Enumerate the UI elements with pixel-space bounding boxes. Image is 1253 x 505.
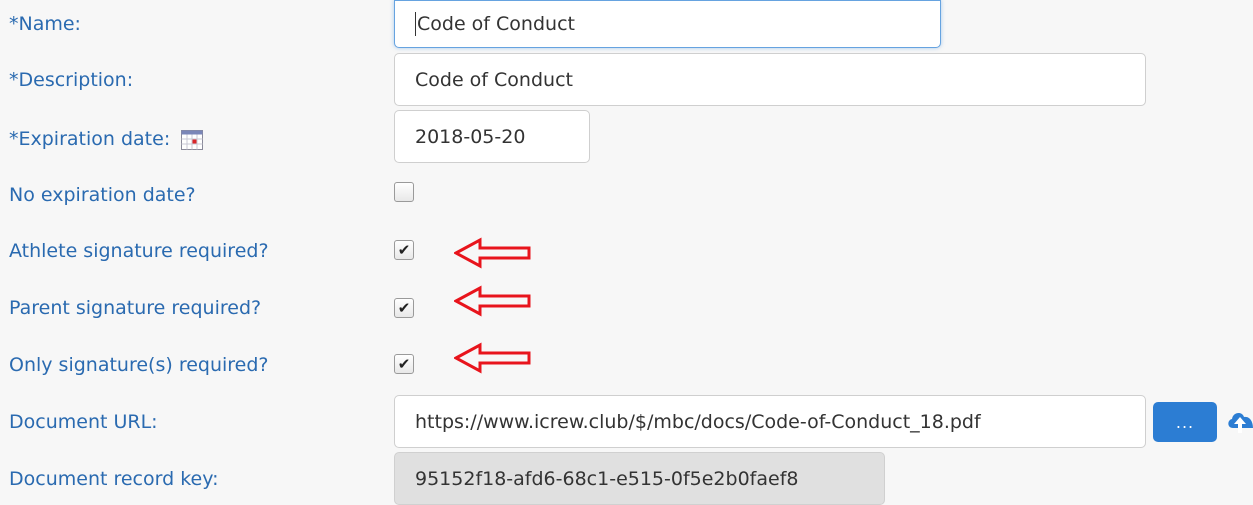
- name-input[interactable]: Code of Conduct: [394, 0, 941, 48]
- calendar-icon[interactable]: [181, 130, 203, 150]
- only-signature-checkbox[interactable]: ✔: [394, 354, 414, 374]
- document-record-key-input: 95152f18-afd6-68c1-e515-0f5e2b0faef8: [394, 452, 885, 505]
- name-input-value: Code of Conduct: [417, 13, 575, 35]
- cloud-upload-icon[interactable]: [1226, 408, 1253, 438]
- no-expiration-checkbox[interactable]: [394, 182, 414, 202]
- document-url-input[interactable]: https://www.icrew.club/$/mbc/docs/Code-o…: [394, 395, 1146, 448]
- checkmark-icon: ✔: [397, 240, 411, 259]
- parent-signature-label: Parent signature required?: [9, 297, 262, 319]
- expiration-date-input[interactable]: 2018-05-20: [394, 110, 590, 163]
- red-arrow-icon: [454, 285, 531, 317]
- document-url-value: https://www.icrew.club/$/mbc/docs/Code-o…: [415, 410, 981, 433]
- athlete-signature-label: Athlete signature required?: [9, 240, 269, 262]
- only-signature-label: Only signature(s) required?: [9, 354, 269, 376]
- document-url-label: Document URL:: [9, 411, 158, 433]
- checkmark-icon: ✔: [397, 354, 411, 373]
- red-arrow-icon: [454, 237, 531, 269]
- no-expiration-label: No expiration date?: [9, 184, 196, 206]
- expiration-date-value: 2018-05-20: [415, 125, 526, 148]
- name-label: *Name:: [9, 13, 81, 35]
- description-input-value: Code of Conduct: [415, 68, 573, 91]
- text-caret: [415, 12, 416, 36]
- browse-button[interactable]: ...: [1153, 402, 1217, 442]
- red-arrow-icon: [454, 342, 531, 374]
- description-input[interactable]: Code of Conduct: [394, 53, 1146, 106]
- athlete-signature-checkbox[interactable]: ✔: [394, 240, 414, 260]
- parent-signature-checkbox[interactable]: ✔: [394, 298, 414, 318]
- document-record-key-value: 95152f18-afd6-68c1-e515-0f5e2b0faef8: [415, 467, 799, 490]
- checkmark-icon: ✔: [397, 298, 411, 317]
- description-label: *Description:: [9, 69, 134, 91]
- expiration-date-label: *Expiration date:: [9, 128, 171, 150]
